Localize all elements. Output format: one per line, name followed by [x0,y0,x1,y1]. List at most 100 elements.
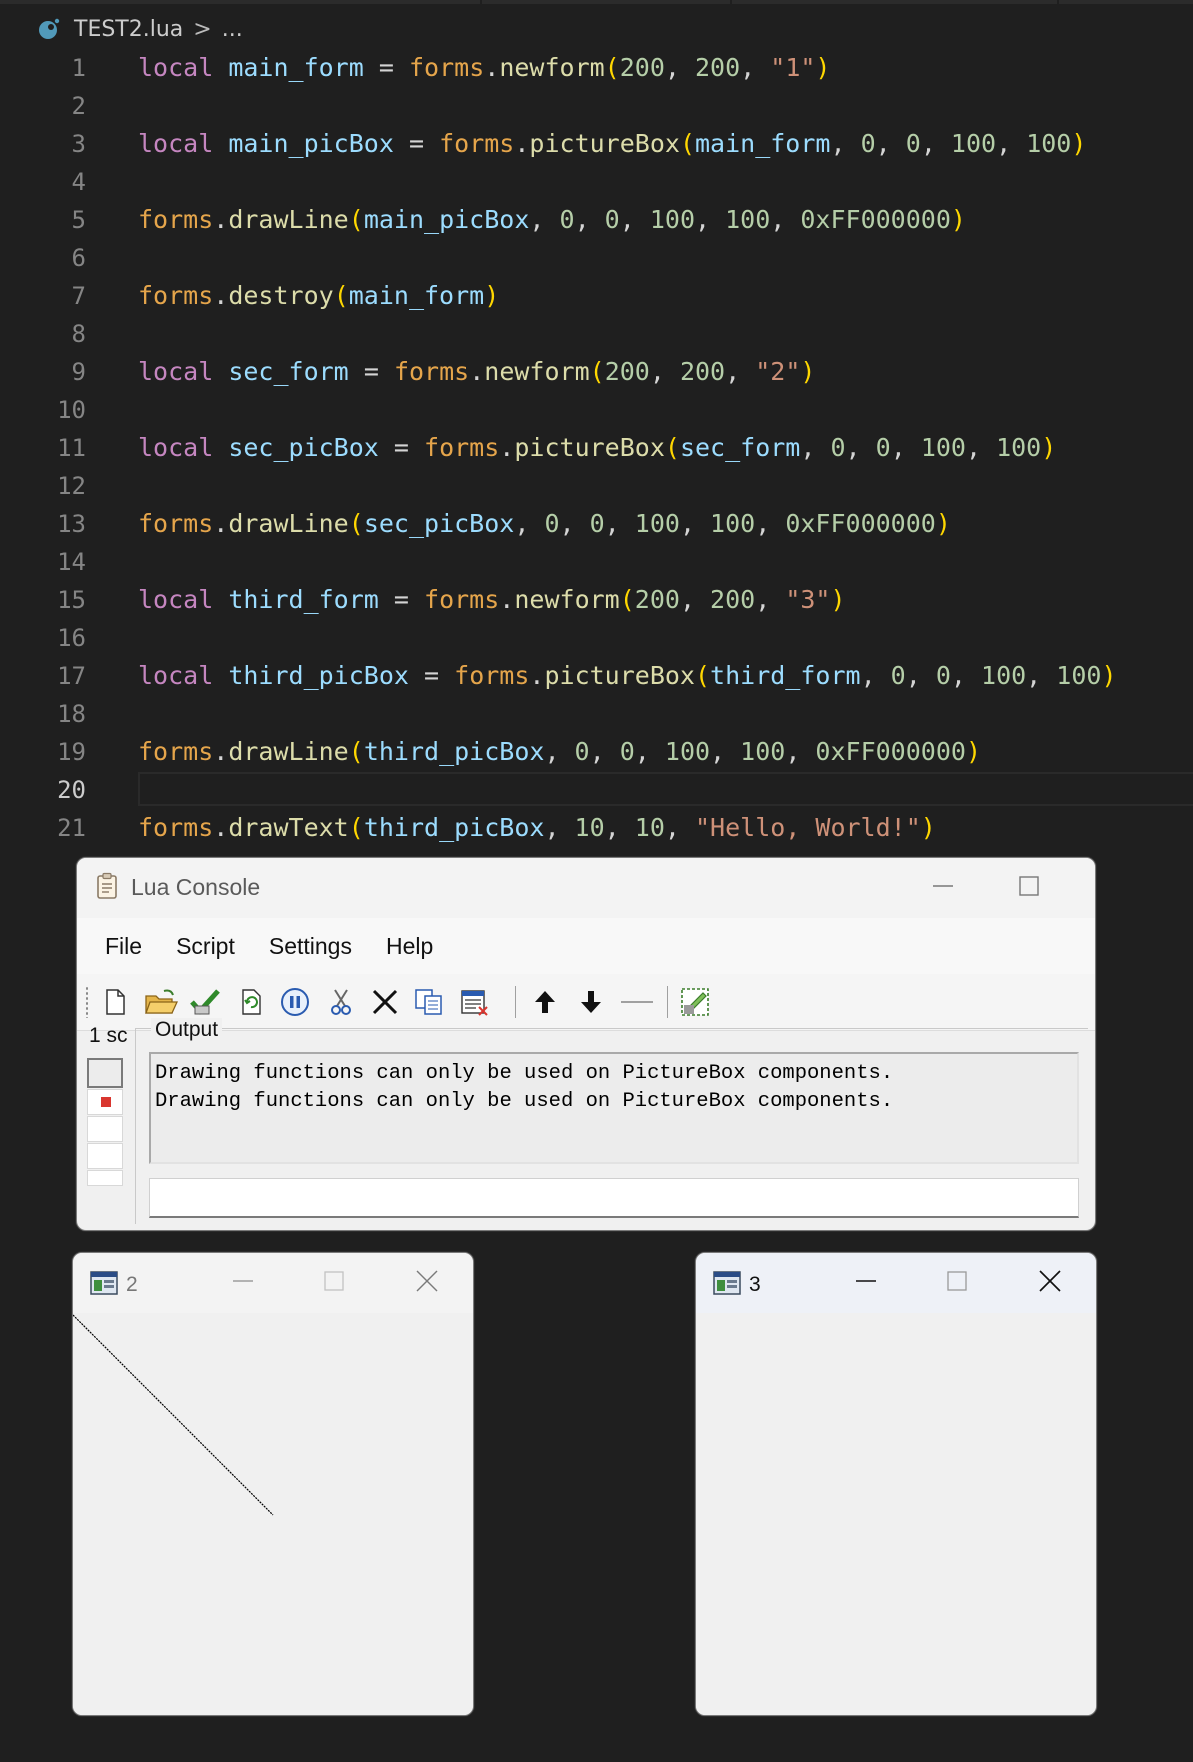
code-line[interactable]: 20 [0,771,1193,809]
stopped-indicator-icon [101,1097,111,1107]
register-edit-icon[interactable] [677,984,713,1020]
breadcrumb-separator: > [193,16,212,42]
close-button[interactable] [1030,1261,1070,1301]
code-line[interactable]: 4 [0,163,1193,201]
maximize-button[interactable] [1009,866,1049,906]
code-token: ( [694,661,711,690]
menu-file[interactable]: File [91,933,156,960]
code-token: third_form [228,585,379,614]
code-token: 200 [679,357,726,386]
code-token: ( [333,281,349,310]
pause-icon[interactable] [277,984,313,1020]
code-token: third_picBox [228,661,409,690]
menu-settings[interactable]: Settings [255,933,366,960]
script-row[interactable] [87,1089,123,1115]
minimize-button[interactable] [923,866,963,906]
breadcrumb-file[interactable]: TEST2.lua [74,17,183,42]
code-token: main_form [348,281,485,310]
line-number: 2 [71,92,86,120]
code-token: , [1026,661,1057,690]
form-window-3[interactable]: 3 [695,1252,1097,1716]
code-line[interactable]: 11 local sec_picBox = forms.pictureBox(se… [0,429,1193,467]
move-up-icon[interactable] [527,984,563,1020]
console-titlebar[interactable]: Lua Console [77,858,1095,918]
move-down-icon[interactable] [573,984,609,1020]
code-token: forms [138,813,214,842]
code-token: ( [604,53,620,82]
code-token: . [213,205,229,234]
toolbar-grip[interactable] [85,986,89,1018]
code-line[interactable]: 8 [0,315,1193,353]
code-line[interactable]: 9 local sec_form = forms.newform(200, 200… [0,353,1193,391]
output-textbox[interactable]: Drawing functions can only be used on Pi… [149,1052,1079,1164]
code-token: sec_form [679,433,801,462]
code-text: forms.drawLine(third_picBox, 0, 0, 100, … [138,733,981,771]
maximize-button[interactable] [937,1261,977,1301]
toggle-check-icon[interactable] [187,984,223,1020]
script-row[interactable] [87,1143,123,1169]
script-row[interactable] [87,1058,123,1088]
code-area[interactable]: 1 local main_form = forms.newform(200, 20… [0,49,1193,847]
lua-console-window[interactable]: Lua Console File Script Settings Help 1 … [76,857,1096,1231]
code-editor[interactable]: TEST2.lua > ... 1 local main_form = forms… [0,0,1193,860]
code-line[interactable]: 12 [0,467,1193,505]
console-input[interactable] [149,1178,1079,1218]
code-token: local [138,433,214,462]
code-token: 100 [725,205,771,234]
tab-strip-edge [0,0,480,4]
notepad-icon [95,872,119,904]
open-folder-icon[interactable] [143,984,179,1020]
scripts-list[interactable] [87,1058,123,1188]
code-line[interactable]: 15 local third_form = forms.newform(200, … [0,581,1193,619]
code-token: . [213,737,229,766]
separator-line-icon[interactable] [619,984,655,1020]
close-button[interactable] [407,1261,447,1301]
minimize-button[interactable] [223,1261,263,1301]
code-line[interactable]: 17 local third_picBox = forms.pictureBox(… [0,657,1193,695]
code-line[interactable]: 21 forms.drawText(third_picBox, 10, 10, "… [0,809,1193,847]
code-token: , [875,129,906,158]
remove-x-icon[interactable] [367,984,403,1020]
code-token: forms [454,661,530,690]
code-text: local sec_form = forms.newform(200, 200,… [138,353,815,391]
code-line[interactable]: 7 forms.destroy(main_form) [0,277,1193,315]
breadcrumb-symbols[interactable]: ... [222,17,243,42]
copy-icon[interactable] [411,984,447,1020]
code-token: forms [408,53,485,82]
code-line[interactable]: 2 [0,87,1193,125]
code-line[interactable]: 5 forms.drawLine(main_picBox, 0, 0, 100, … [0,201,1193,239]
code-token: , [996,129,1027,158]
code-token: , [755,509,786,538]
code-line[interactable]: 16 [0,619,1193,657]
menu-help[interactable]: Help [372,933,447,960]
form-window-2[interactable]: 2 [72,1252,474,1716]
cut-icon[interactable] [323,984,359,1020]
code-line[interactable]: 10 [0,391,1193,429]
reload-icon[interactable] [233,984,269,1020]
code-line[interactable]: 14 [0,543,1193,581]
code-line[interactable]: 6 [0,239,1193,277]
line-number: 21 [57,814,86,842]
code-line[interactable]: 18 [0,695,1193,733]
code-line[interactable]: 1 local main_form = forms.newform(200, 20… [0,49,1193,87]
form-titlebar[interactable]: 2 [73,1253,473,1313]
script-row[interactable] [87,1116,123,1142]
maximize-button[interactable] [314,1261,354,1301]
code-token: 10 [634,813,665,842]
code-token: ) [800,357,816,386]
line-number: 12 [57,472,86,500]
code-line[interactable]: 3 local main_picBox = forms.pictureBox(ma… [0,125,1193,163]
window-title: Lua Console [131,874,261,900]
form-titlebar[interactable]: 3 [696,1253,1096,1313]
code-line[interactable]: 13 forms.drawLine(sec_picBox, 0, 0, 100, … [0,505,1193,543]
menu-script[interactable]: Script [162,933,249,960]
code-token: 0 [935,661,951,690]
script-row[interactable] [87,1170,123,1186]
minimize-button[interactable] [846,1261,886,1301]
code-line[interactable]: 19 forms.drawLine(third_picBox, 0, 0, 100… [0,733,1193,771]
code-token: ( [619,585,635,614]
new-script-icon[interactable] [97,984,133,1020]
code-token: newform [514,585,620,614]
clear-list-icon[interactable] [457,984,493,1020]
